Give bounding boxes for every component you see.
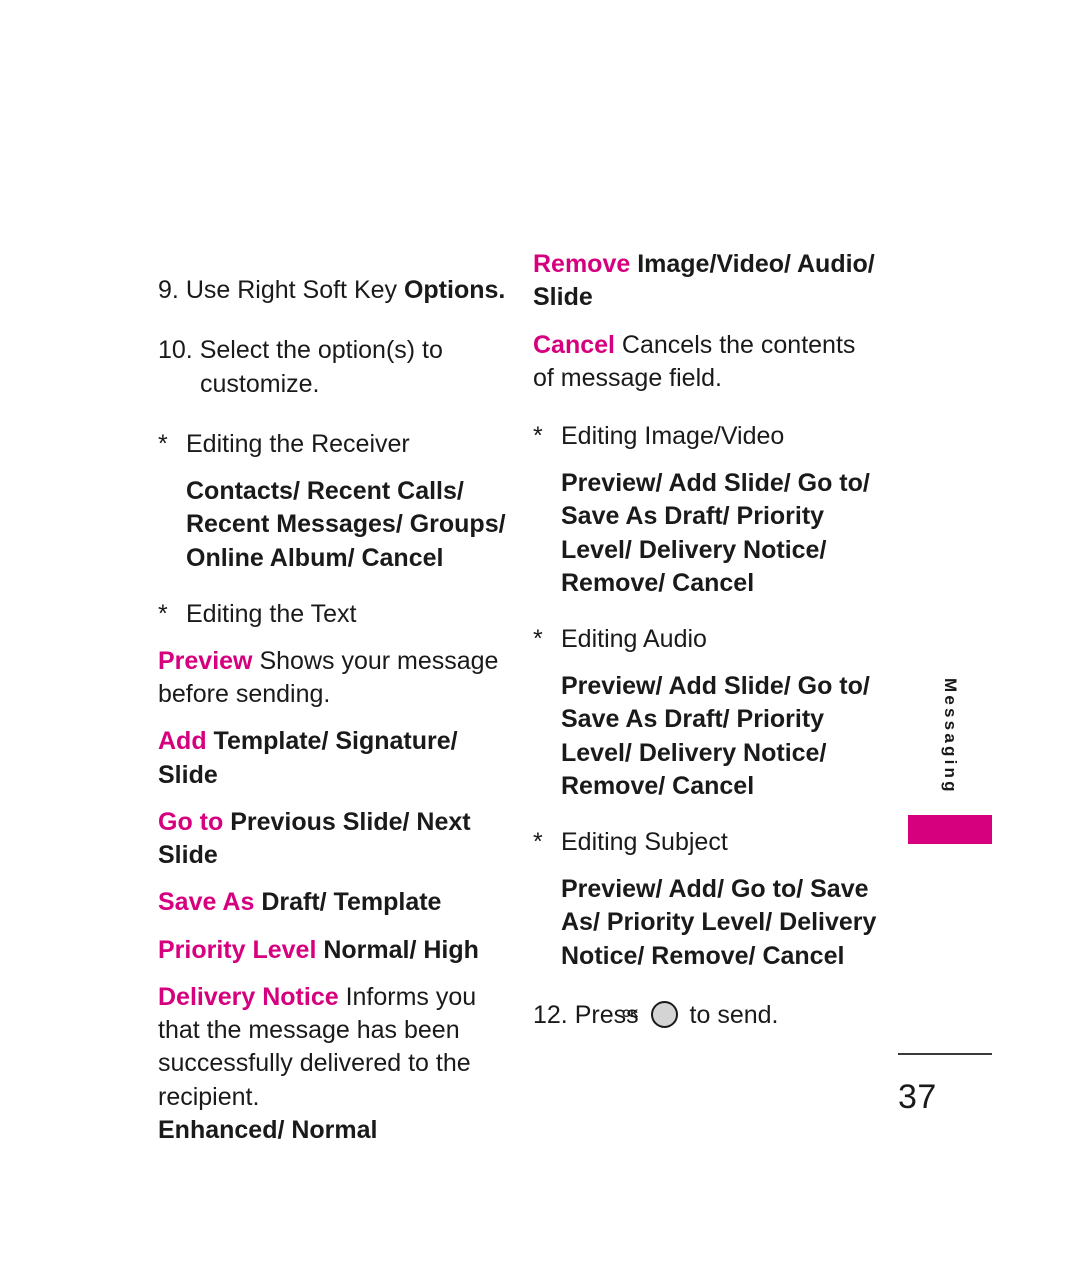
step-12-text-after: to send.: [682, 1000, 779, 1029]
manual-page: 9. Use Right Soft Key Options. 10. Selec…: [0, 0, 1080, 1270]
definition-priority-level-term: Priority Level: [158, 935, 317, 964]
ok-key-label: OK: [622, 1007, 639, 1020]
heading-editing-receiver-label: Editing the Receiver: [186, 430, 410, 458]
page-number: 37: [898, 1078, 937, 1116]
heading-editing-subject-label: Editing Subject: [561, 828, 728, 856]
definition-priority-level-body: Normal/ High: [316, 935, 479, 964]
step-9-number: 9.: [158, 276, 179, 304]
margin-section-tab: Messaging: [908, 678, 992, 800]
step-9-text: Use Right Soft Key: [185, 276, 404, 304]
definition-cancel: Cancel Cancels the contents of message f…: [533, 329, 883, 396]
receiver-options: Contacts/ Recent Calls/ Recent Messages/…: [186, 477, 506, 572]
step-12-number: 12.: [533, 1000, 568, 1029]
delivery-notice-values: Enhanced/ Normal: [158, 1115, 378, 1144]
definition-remove-term: Remove: [533, 250, 631, 278]
definition-goto: Go to Previous Slide/ Next Slide: [158, 806, 508, 873]
step-10: 10. Select the option(s) to customize.: [158, 333, 508, 401]
heading-editing-text: * Editing the Text: [158, 597, 508, 631]
subject-options: Preview/ Add/ Go to/ Save As/ Priority L…: [561, 875, 877, 970]
step-10-text: Select the option(s) to customize.: [199, 336, 443, 398]
audio-options: Preview/ Add Slide/ Go to/ Save As Draft…: [561, 672, 870, 800]
bullet-star-icon: *: [158, 599, 168, 628]
definition-goto-term: Go to: [158, 807, 224, 836]
definition-cancel-term: Cancel: [533, 330, 615, 359]
definition-save-as-term: Save As: [158, 888, 255, 917]
definition-preview: Preview Shows your message before sendin…: [158, 645, 508, 712]
bullet-star-icon: *: [158, 430, 168, 458]
step-9: 9. Use Right Soft Key Options.: [158, 273, 508, 307]
definition-add: Add Template/ Signature/ Slide: [158, 725, 508, 792]
heading-editing-image-video: * Editing Image/Video: [533, 419, 883, 453]
definition-preview-term: Preview: [158, 646, 253, 675]
definition-add-term: Add: [158, 727, 207, 756]
definition-remove: Remove Image/Video/ Audio/ Slide: [533, 248, 883, 315]
heading-editing-receiver: * Editing the Receiver: [158, 427, 508, 461]
step-9-emphasis: Options.: [403, 276, 506, 304]
ok-key-icon: OK: [622, 1000, 678, 1028]
heading-editing-subject: * Editing Subject: [533, 825, 883, 859]
step-12: 12. Press OK to send.: [533, 998, 883, 1032]
step-10-number: 10.: [158, 336, 193, 364]
heading-editing-text-label: Editing the Text: [186, 599, 357, 628]
definition-delivery-notice: Delivery Notice Informs you that the mes…: [158, 981, 508, 1114]
bullet-star-icon: *: [533, 828, 543, 856]
definition-save-as: Save As Draft/ Template: [158, 886, 508, 919]
footer-divider: [898, 1053, 992, 1055]
right-column: Remove Image/Video/ Audio/ Slide Cancel …: [533, 248, 883, 1032]
left-column: 9. Use Right Soft Key Options. 10. Selec…: [158, 248, 508, 1161]
margin-section-label: Messaging: [941, 678, 960, 795]
definition-save-as-body: Draft/ Template: [254, 888, 442, 917]
bullet-star-icon: *: [533, 625, 543, 653]
margin-tab-accent-bar: [908, 815, 992, 844]
heading-editing-audio-label: Editing Audio: [561, 625, 707, 653]
heading-editing-image-video-label: Editing Image/Video: [561, 422, 785, 450]
heading-editing-audio: * Editing Audio: [533, 622, 883, 656]
definition-delivery-notice-term: Delivery Notice: [158, 982, 339, 1011]
image-video-options: Preview/ Add Slide/ Go to/ Save As Draft…: [561, 469, 870, 597]
definition-priority-level: Priority Level Normal/ High: [158, 934, 508, 967]
bullet-star-icon: *: [533, 422, 543, 450]
